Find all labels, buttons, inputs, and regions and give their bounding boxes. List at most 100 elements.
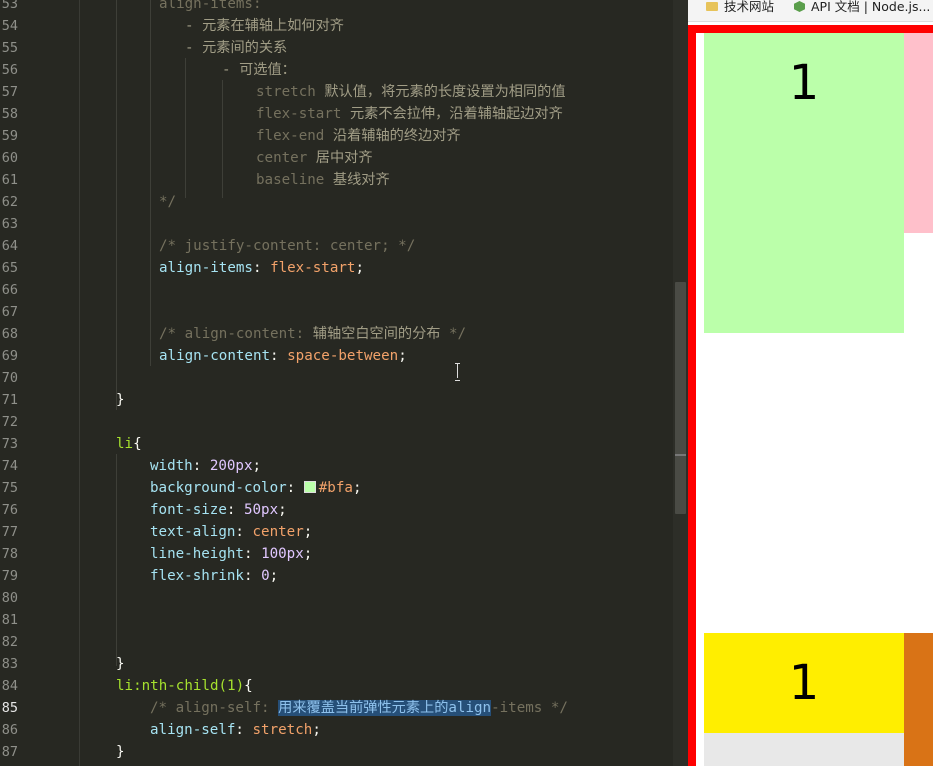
code-line[interactable]: align-content: space-between; [159, 345, 407, 367]
code-token: : [270, 348, 288, 364]
code-token: 50px [243, 502, 279, 518]
code-token: flex-end [256, 128, 333, 144]
code-token: 0 [261, 568, 270, 584]
code-token: 居中对齐 [315, 150, 373, 166]
code-line[interactable]: /* justify-content: center; */ [159, 235, 415, 257]
code-editor[interactable]: 53 54 55 56 57 58 59 60 61 62 63 64 65 66 67 68 69 70 71 72… [0, 0, 688, 766]
flex-item-1: 1 [704, 33, 904, 333]
code-token: */ [440, 326, 467, 342]
code-line[interactable]: - 可选值： [222, 59, 296, 81]
line-number: 68 [1, 326, 18, 342]
code-token: li:nth-child(1) [116, 678, 245, 694]
code-token: center [252, 524, 304, 540]
line-number: 58 [1, 106, 18, 122]
line-number: 83 [1, 656, 18, 672]
code-token: center [256, 150, 316, 166]
code-token: align-content [159, 348, 271, 364]
code-token: ; [278, 502, 287, 518]
line-number: 86 [1, 722, 18, 738]
code-line[interactable]: } [116, 741, 125, 763]
code-line[interactable]: font-size: 50px; [150, 499, 287, 521]
line-number: 69 [1, 348, 18, 364]
line-number: 75 [1, 480, 18, 496]
code-line[interactable]: line-height: 100px; [150, 543, 312, 565]
color-swatch-icon [303, 481, 316, 493]
code-token: : [252, 260, 271, 276]
code-line[interactable]: align-items: flex-start; [159, 257, 364, 279]
code-line[interactable]: li{ [116, 433, 142, 455]
code-line[interactable]: align-items: [159, 0, 262, 15]
code-token: - 元素在辅轴上如何对齐 [185, 18, 344, 34]
code-token: align-self [150, 722, 236, 738]
code-token: text-align [150, 524, 236, 540]
bookmark-label: API 文档 | Node.js... [811, 0, 931, 14]
code-token: 100px [261, 546, 304, 562]
indent-guide [116, 454, 117, 666]
code-token: 基线对齐 [332, 172, 390, 188]
code-token: align-items: [159, 0, 262, 12]
line-number: 77 [1, 524, 18, 540]
bookmark-node-api[interactable]: API 文档 | Node.js... [794, 0, 930, 18]
code-token: } [116, 656, 125, 672]
line-number: 70 [1, 370, 18, 386]
code-token: li [116, 436, 134, 452]
flex-item-5 [704, 733, 904, 766]
code-token: */ [159, 194, 177, 210]
line-number: 54 [1, 18, 18, 34]
browser-preview: 技术网站 API 文档 | Node.js... 1 1 [688, 0, 933, 766]
code-line[interactable]: stretch 默认值，将元素的长度设置为相同的值 [256, 81, 566, 103]
code-token: ; [303, 546, 313, 562]
line-number: 66 [1, 282, 18, 298]
code-line[interactable]: /* align-self: 用来覆盖当前弹性元素上的align-items *… [150, 697, 568, 719]
line-number: 63 [1, 216, 18, 232]
code-token: - 元素间的关系 [185, 40, 288, 56]
code-token: - 可选值： [222, 62, 296, 78]
code-token: ; [352, 480, 362, 496]
line-number: 76 [1, 502, 18, 518]
code-token: align-items [159, 260, 253, 276]
code-line[interactable]: flex-shrink: 0; [150, 565, 278, 587]
code-line[interactable]: li:nth-child(1){ [116, 675, 253, 697]
code-line[interactable]: */ [159, 191, 176, 213]
code-token: ; [355, 260, 365, 276]
code-line[interactable]: /* align-content: 辅轴空白空间的分布 */ [159, 323, 466, 345]
code-token: { [133, 436, 142, 452]
line-number: 74 [1, 458, 18, 474]
editor-scrollbar-thumb[interactable] [675, 282, 686, 514]
line-number: 59 [1, 128, 18, 144]
indent-guide [150, 0, 151, 366]
code-line[interactable]: width: 200px; [150, 455, 261, 477]
line-number: 61 [1, 172, 18, 188]
code-line[interactable]: flex-end 沿着辅轴的终边对齐 [256, 125, 461, 147]
code-line[interactable]: } [116, 653, 125, 675]
line-number: 55 [1, 40, 18, 56]
code-line[interactable]: baseline 基线对齐 [256, 169, 390, 191]
code-token: #bfa [318, 480, 353, 496]
code-token: flex-start [256, 106, 350, 122]
code-token: : [226, 502, 244, 518]
code-line[interactable]: - 元素在辅轴上如何对齐 [185, 15, 344, 37]
line-number: 84 [1, 678, 18, 694]
code-token: : [286, 480, 304, 496]
code-token: ; [269, 568, 279, 584]
code-token: 元素不会拉伸，沿着辅轴起边对齐 [349, 106, 563, 122]
code-line[interactable]: align-self: stretch; [150, 719, 321, 741]
code-line[interactable]: } [116, 389, 125, 411]
code-token: ; [398, 348, 407, 364]
line-number: 87 [1, 744, 18, 760]
code-token: : [235, 524, 253, 540]
code-line[interactable]: - 元素间的关系 [185, 37, 287, 59]
line-number: 78 [1, 546, 18, 562]
code-line[interactable]: text-align: center; [150, 521, 312, 543]
line-number-gutter: 53 54 55 56 57 58 59 60 61 62 63 64 65 66 67 68 69 70 71 72… [0, 0, 80, 766]
code-token: flex-shrink [150, 568, 244, 584]
bookmark-tech-sites[interactable]: 技术网站 [706, 0, 774, 18]
code-line[interactable]: background-color: #bfa; [150, 477, 361, 499]
code-token: 沿着辅轴的终边对齐 [332, 128, 461, 144]
code-token: background-color [150, 480, 287, 496]
code-line[interactable]: center 居中对齐 [256, 147, 373, 169]
flex-item-4 [904, 633, 933, 766]
line-number: 62 [1, 194, 18, 210]
line-number: 72 [1, 414, 18, 430]
code-line[interactable]: flex-start 元素不会拉伸，沿着辅轴起边对齐 [256, 103, 563, 125]
